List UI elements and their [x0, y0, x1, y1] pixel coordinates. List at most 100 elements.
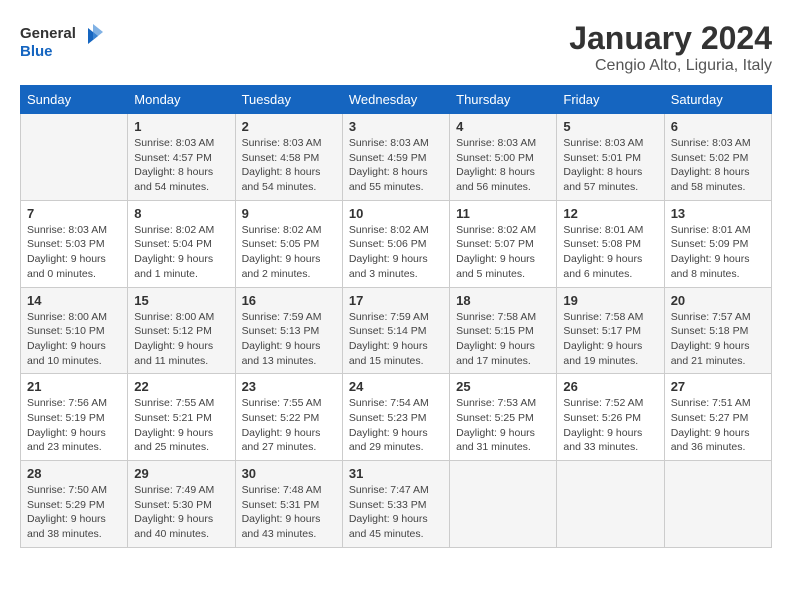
day-info: Sunrise: 7:53 AMSunset: 5:25 PMDaylight:…: [456, 396, 550, 455]
day-info: Sunrise: 8:03 AMSunset: 4:58 PMDaylight:…: [242, 136, 336, 195]
svg-text:General: General: [20, 25, 76, 42]
day-number: 8: [134, 206, 228, 221]
calendar-cell: 12Sunrise: 8:01 AMSunset: 5:08 PMDayligh…: [557, 200, 664, 287]
calendar-cell: [21, 114, 128, 201]
day-info: Sunrise: 7:56 AMSunset: 5:19 PMDaylight:…: [27, 396, 121, 455]
calendar-cell: 10 Sunrise: 8:02 AMSunset: 5:06 PMDayligh…: [342, 200, 449, 287]
day-info: Sunrise: 7:50 AMSunset: 5:29 PMDaylight:…: [27, 483, 121, 542]
calendar-cell: 1 Sunrise: 8:03 AMSunset: 4:57 PMDaylight…: [128, 114, 235, 201]
calendar-cell: [450, 461, 557, 548]
calendar-week-4: 21 Sunrise: 7:56 AMSunset: 5:19 PMDayligh…: [21, 374, 772, 461]
title-area: January 2024 Cengio Alto, Liguria, Italy: [569, 20, 772, 75]
calendar-cell: 14 Sunrise: 8:00 AMSunset: 5:10 PMDayligh…: [21, 287, 128, 374]
day-number: 15: [134, 293, 228, 308]
day-header-friday: Friday: [557, 86, 664, 114]
calendar-cell: 7 Sunrise: 8:03 AMSunset: 5:03 PMDaylight…: [21, 200, 128, 287]
day-info: Sunrise: 7:51 AMSunset: 5:27 PMDaylight:…: [671, 396, 765, 455]
day-info: Sunrise: 7:59 AMSunset: 5:13 PMDaylight:…: [242, 310, 336, 369]
day-info: Sunrise: 8:02 AMSunset: 5:07 PMDaylight:…: [456, 223, 550, 282]
day-info: Sunrise: 8:03 AMSunset: 4:57 PMDaylight:…: [134, 136, 228, 195]
day-number: 9: [242, 206, 336, 221]
day-number: 20: [671, 293, 765, 308]
location-title: Cengio Alto, Liguria, Italy: [569, 57, 772, 75]
day-number: 3: [349, 119, 443, 134]
day-info: Sunrise: 7:55 AMSunset: 5:21 PMDaylight:…: [134, 396, 228, 455]
day-number: 23: [242, 379, 336, 394]
day-number: 13: [671, 206, 765, 221]
day-number: 11: [456, 206, 550, 221]
calendar-cell: 25 Sunrise: 7:53 AMSunset: 5:25 PMDayligh…: [450, 374, 557, 461]
calendar-cell: 15Sunrise: 8:00 AMSunset: 5:12 PMDayligh…: [128, 287, 235, 374]
calendar-cell: 19Sunrise: 7:58 AMSunset: 5:17 PMDayligh…: [557, 287, 664, 374]
day-info: Sunrise: 7:48 AMSunset: 5:31 PMDaylight:…: [242, 483, 336, 542]
day-info: Sunrise: 8:03 AMSunset: 5:02 PMDaylight:…: [671, 136, 765, 195]
calendar-cell: 24 Sunrise: 7:54 AMSunset: 5:23 PMDayligh…: [342, 374, 449, 461]
day-info: Sunrise: 7:58 AMSunset: 5:15 PMDaylight:…: [456, 310, 550, 369]
day-number: 14: [27, 293, 121, 308]
day-number: 1: [134, 119, 228, 134]
day-number: 12: [563, 206, 657, 221]
day-number: 16: [242, 293, 336, 308]
day-number: 17: [349, 293, 443, 308]
logo-svg: General Blue: [20, 20, 110, 65]
calendar-cell: 21 Sunrise: 7:56 AMSunset: 5:19 PMDayligh…: [21, 374, 128, 461]
day-number: 7: [27, 206, 121, 221]
day-header-tuesday: Tuesday: [235, 86, 342, 114]
day-info: Sunrise: 8:03 AMSunset: 4:59 PMDaylight:…: [349, 136, 443, 195]
day-info: Sunrise: 8:02 AMSunset: 5:05 PMDaylight:…: [242, 223, 336, 282]
day-number: 30: [242, 466, 336, 481]
calendar-cell: [664, 461, 771, 548]
calendar-cell: 8 Sunrise: 8:02 AMSunset: 5:04 PMDaylight…: [128, 200, 235, 287]
day-info: Sunrise: 7:57 AMSunset: 5:18 PMDaylight:…: [671, 310, 765, 369]
day-info: Sunrise: 7:47 AMSunset: 5:33 PMDaylight:…: [349, 483, 443, 542]
day-header-sunday: Sunday: [21, 86, 128, 114]
calendar-cell: 17 Sunrise: 7:59 AMSunset: 5:14 PMDayligh…: [342, 287, 449, 374]
calendar-cell: 29 Sunrise: 7:49 AMSunset: 5:30 PMDayligh…: [128, 461, 235, 548]
day-number: 18: [456, 293, 550, 308]
calendar-cell: 9 Sunrise: 8:02 AMSunset: 5:05 PMDaylight…: [235, 200, 342, 287]
day-info: Sunrise: 8:01 AMSunset: 5:09 PMDaylight:…: [671, 223, 765, 282]
calendar-cell: [557, 461, 664, 548]
day-info: Sunrise: 8:02 AMSunset: 5:06 PMDaylight:…: [349, 223, 443, 282]
calendar-week-3: 14 Sunrise: 8:00 AMSunset: 5:10 PMDayligh…: [21, 287, 772, 374]
day-info: Sunrise: 7:59 AMSunset: 5:14 PMDaylight:…: [349, 310, 443, 369]
calendar-table: SundayMondayTuesdayWednesdayThursdayFrid…: [20, 85, 772, 548]
day-info: Sunrise: 7:49 AMSunset: 5:30 PMDaylight:…: [134, 483, 228, 542]
day-header-wednesday: Wednesday: [342, 86, 449, 114]
calendar-cell: 28 Sunrise: 7:50 AMSunset: 5:29 PMDayligh…: [21, 461, 128, 548]
day-number: 25: [456, 379, 550, 394]
calendar-cell: 31 Sunrise: 7:47 AMSunset: 5:33 PMDayligh…: [342, 461, 449, 548]
calendar-cell: 4 Sunrise: 8:03 AMSunset: 5:00 PMDaylight…: [450, 114, 557, 201]
day-info: Sunrise: 8:02 AMSunset: 5:04 PMDaylight:…: [134, 223, 228, 282]
day-info: Sunrise: 8:00 AMSunset: 5:10 PMDaylight:…: [27, 310, 121, 369]
day-number: 21: [27, 379, 121, 394]
day-number: 4: [456, 119, 550, 134]
day-number: 24: [349, 379, 443, 394]
calendar-week-2: 7 Sunrise: 8:03 AMSunset: 5:03 PMDaylight…: [21, 200, 772, 287]
day-number: 31: [349, 466, 443, 481]
day-info: Sunrise: 8:03 AMSunset: 5:03 PMDaylight:…: [27, 223, 121, 282]
day-number: 6: [671, 119, 765, 134]
calendar-cell: 20 Sunrise: 7:57 AMSunset: 5:18 PMDayligh…: [664, 287, 771, 374]
calendar-cell: 27Sunrise: 7:51 AMSunset: 5:27 PMDayligh…: [664, 374, 771, 461]
day-info: Sunrise: 7:52 AMSunset: 5:26 PMDaylight:…: [563, 396, 657, 455]
logo: General Blue: [20, 20, 110, 65]
day-info: Sunrise: 8:03 AMSunset: 5:00 PMDaylight:…: [456, 136, 550, 195]
calendar-cell: 16 Sunrise: 7:59 AMSunset: 5:13 PMDayligh…: [235, 287, 342, 374]
day-number: 10: [349, 206, 443, 221]
calendar-week-5: 28 Sunrise: 7:50 AMSunset: 5:29 PMDayligh…: [21, 461, 772, 548]
day-header-saturday: Saturday: [664, 86, 771, 114]
day-number: 28: [27, 466, 121, 481]
calendar-cell: 2Sunrise: 8:03 AMSunset: 4:58 PMDaylight…: [235, 114, 342, 201]
header: General Blue January 2024 Cengio Alto, L…: [20, 20, 772, 75]
calendar-week-1: 1 Sunrise: 8:03 AMSunset: 4:57 PMDaylight…: [21, 114, 772, 201]
calendar-cell: 3 Sunrise: 8:03 AMSunset: 4:59 PMDaylight…: [342, 114, 449, 201]
calendar-cell: 22 Sunrise: 7:55 AMSunset: 5:21 PMDayligh…: [128, 374, 235, 461]
day-number: 29: [134, 466, 228, 481]
day-info: Sunrise: 7:54 AMSunset: 5:23 PMDaylight:…: [349, 396, 443, 455]
day-number: 22: [134, 379, 228, 394]
day-header-thursday: Thursday: [450, 86, 557, 114]
calendar-cell: 23Sunrise: 7:55 AMSunset: 5:22 PMDayligh…: [235, 374, 342, 461]
calendar-cell: 18 Sunrise: 7:58 AMSunset: 5:15 PMDayligh…: [450, 287, 557, 374]
calendar-cell: 11 Sunrise: 8:02 AMSunset: 5:07 PMDayligh…: [450, 200, 557, 287]
